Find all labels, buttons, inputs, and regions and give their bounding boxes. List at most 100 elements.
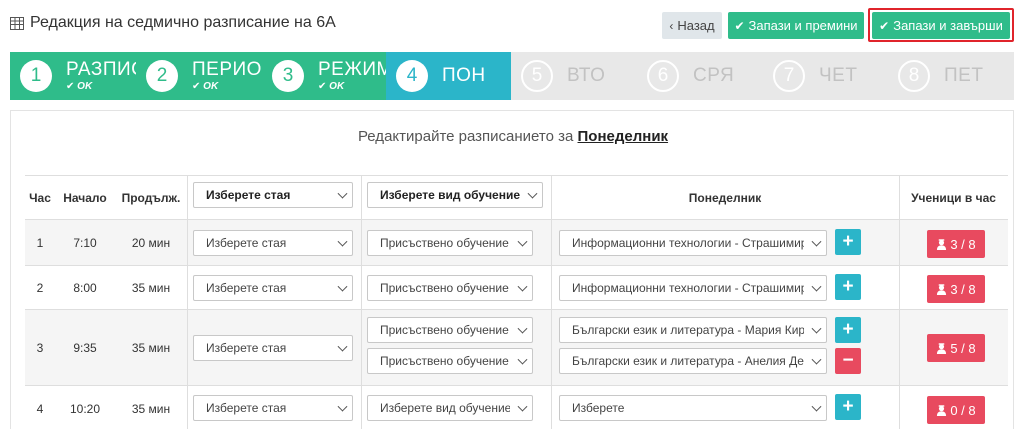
col-header-duration: Продълж.	[121, 190, 181, 205]
chevron-down-icon	[527, 188, 538, 199]
training-select[interactable]: Изберете вид обучение	[367, 395, 533, 421]
step-8[interactable]: 8 ПЕТ	[888, 52, 1014, 100]
table-row: 4 10:20 35 мин Изберете стая Изберете ви…	[25, 385, 1008, 429]
start-cell: 9:35	[73, 340, 97, 355]
subject-select[interactable]: Изберете	[559, 395, 827, 421]
add-entry-button[interactable]: +	[835, 394, 861, 420]
room-select[interactable]: Изберете стая	[193, 230, 353, 256]
add-entry-button[interactable]: +	[835, 317, 861, 343]
page-title-text: Редакция на седмично разписание на 6А	[30, 14, 336, 31]
chevron-down-icon	[811, 401, 822, 412]
chevron-down-icon	[337, 401, 348, 412]
step-name: ПОН	[442, 65, 486, 86]
instruction-text: Редактирайте разписанието за Понеделник	[357, 128, 669, 145]
step-number: 6	[647, 60, 679, 92]
page-header: Редакция на седмично разписание на 6А ‹ …	[0, 0, 1024, 46]
user-graduate-icon	[937, 404, 947, 416]
save-and-finish-button[interactable]: ✔ Запази и завърши	[872, 12, 1010, 39]
step-status: ✔ OK	[192, 80, 219, 92]
start-cell: 7:10	[73, 235, 97, 250]
table-row: 3 9:35 35 мин Изберете стая Присъствено …	[25, 309, 1008, 385]
hour-cell: 2	[36, 280, 44, 295]
chevron-down-icon	[337, 281, 348, 292]
col-header-hour: Час	[29, 190, 51, 205]
room-select[interactable]: Изберете стая	[193, 335, 353, 361]
chevron-down-icon	[811, 354, 822, 365]
training-filter-select[interactable]: Изберете вид обучение	[367, 182, 543, 208]
step-name: РЕЖИМ	[318, 58, 386, 80]
step-name: СРЯ	[693, 65, 735, 86]
subject-select[interactable]: Информационни технологии - Страшимир	[559, 230, 827, 256]
remove-entry-button[interactable]: −	[835, 348, 861, 374]
col-header-day: Понеделник	[688, 190, 762, 205]
user-graduate-icon	[937, 238, 947, 250]
students-badge[interactable]: 0 / 8	[927, 396, 985, 424]
add-entry-button[interactable]: +	[835, 229, 861, 255]
step-2[interactable]: 2 ПЕРИО, ✔ OK	[136, 52, 262, 100]
step-number: 8	[898, 60, 930, 92]
step-4[interactable]: 4 ПОН	[386, 52, 511, 100]
chevron-down-icon	[337, 188, 348, 199]
col-header-students: Ученици в час	[911, 190, 996, 205]
back-button[interactable]: ‹ Назад	[662, 12, 722, 39]
training-select[interactable]: Присъствено обучение	[367, 317, 533, 343]
chevron-down-icon	[811, 236, 822, 247]
chevron-down-icon	[517, 323, 528, 334]
user-graduate-icon	[937, 342, 947, 354]
room-select[interactable]: Изберете стая	[193, 395, 353, 421]
col-header-start: Начало	[63, 190, 107, 205]
subject-select[interactable]: Български език и литература - Анелия Дем	[559, 348, 827, 374]
table-icon	[10, 16, 24, 30]
subject-select[interactable]: Български език и литература - Мария Кирч	[559, 317, 827, 343]
chevron-down-icon	[811, 323, 822, 334]
save-and-next-button[interactable]: ✔ Запази и премини	[728, 12, 864, 39]
step-name: РАЗПИС	[66, 58, 136, 80]
step-number: 4	[396, 60, 428, 92]
step-name: ПЕРИО,	[192, 58, 262, 80]
room-select[interactable]: Изберете стая	[193, 275, 353, 301]
back-button-label: Назад	[677, 18, 715, 33]
room-filter-select[interactable]: Изберете стая	[193, 182, 353, 208]
step-1[interactable]: 1 РАЗПИС ✔ OK	[10, 52, 136, 100]
training-select[interactable]: Присъствено обучение	[367, 348, 533, 374]
step-number: 5	[521, 60, 553, 92]
table-row: 2 8:00 35 мин Изберете стая Присъствено …	[25, 265, 1008, 309]
step-name: ВТО	[567, 65, 606, 86]
step-number: 2	[146, 60, 178, 92]
table-header-row: Час Начало Продълж. Изберете стая Избере…	[25, 175, 1008, 219]
hour-cell: 4	[36, 401, 44, 416]
subject-select[interactable]: Информационни технологии - Страшимир	[559, 275, 827, 301]
students-badge[interactable]: 3 / 8	[927, 230, 985, 258]
step-name: ЧЕТ	[819, 65, 858, 86]
start-cell: 8:00	[73, 280, 97, 295]
duration-cell: 35 мин	[131, 340, 171, 355]
step-name: ПЕТ	[944, 65, 984, 86]
step-3[interactable]: 3 РЕЖИМ ✔ OK	[262, 52, 386, 100]
chevron-down-icon	[517, 401, 528, 412]
hour-cell: 3	[36, 340, 44, 355]
step-7[interactable]: 7 ЧЕТ	[763, 52, 888, 100]
page-title: Редакция на седмично разписание на 6А	[10, 14, 336, 32]
step-status: ✔ OK	[318, 80, 345, 92]
table-row: 1 7:10 20 мин Изберете стая Присъствено …	[25, 219, 1008, 265]
check-icon: ✔	[734, 18, 745, 33]
hour-cell: 1	[36, 235, 44, 250]
save-and-finish-label: Запази и завърши	[893, 18, 1003, 33]
step-number: 3	[272, 60, 304, 92]
step-status: ✔ OK	[66, 80, 93, 92]
check-icon: ✔	[879, 18, 890, 33]
step-6[interactable]: 6 СРЯ	[637, 52, 763, 100]
day-name: Понеделник	[577, 128, 669, 145]
chevron-down-icon	[337, 236, 348, 247]
training-select[interactable]: Присъствено обучение	[367, 230, 533, 256]
students-badge[interactable]: 3 / 8	[927, 275, 985, 303]
step-5[interactable]: 5 ВТО	[511, 52, 637, 100]
duration-cell: 35 мин	[131, 280, 171, 295]
save-and-next-label: Запази и премини	[748, 18, 858, 33]
training-select[interactable]: Присъствено обучение	[367, 275, 533, 301]
chevron-left-icon: ‹	[669, 18, 674, 33]
add-entry-button[interactable]: +	[835, 274, 861, 300]
duration-cell: 35 мин	[131, 401, 171, 416]
students-badge[interactable]: 5 / 8	[927, 334, 985, 362]
start-cell: 10:20	[69, 401, 101, 416]
